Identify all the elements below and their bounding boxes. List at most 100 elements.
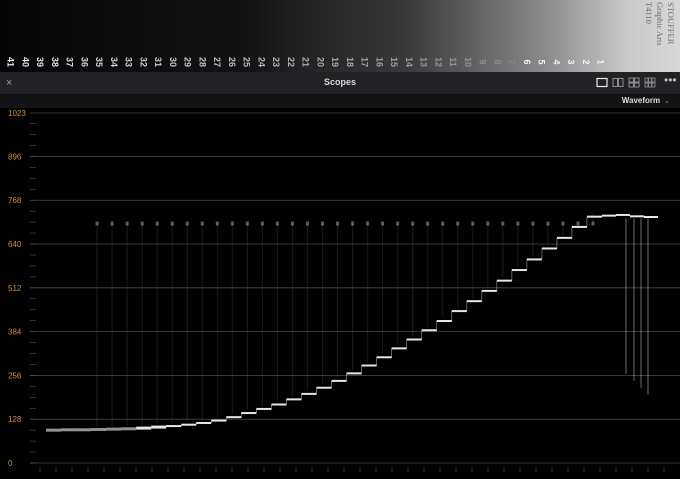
y-tick-label: 1023 [8, 109, 26, 118]
trace-streak-cap [546, 221, 550, 226]
trace-streak-cap [215, 221, 219, 226]
chevron-down-icon: ⌄ [664, 98, 670, 105]
step-number: 4 [551, 59, 561, 64]
dual-view-icon[interactable] [612, 77, 624, 88]
step-number: 3 [566, 59, 576, 64]
step-number: 7 [507, 59, 517, 64]
step-number: 35 [94, 57, 104, 67]
step-number: 6 [522, 59, 532, 64]
step-number: 12 [433, 57, 443, 67]
brand-text: T4110 [644, 2, 654, 24]
trace-streak-cap [591, 221, 595, 226]
step-number: 33 [124, 57, 134, 67]
brand-text: Graphic Arts [655, 2, 665, 46]
step-number: 24 [256, 57, 266, 67]
step-number: 1 [596, 59, 606, 64]
more-options-icon[interactable]: ••• [664, 73, 677, 87]
trace-streak-cap [110, 221, 114, 226]
waveform-plot: 0 128 256 384 512 640 768 896 1023 [0, 108, 680, 474]
scopes-title-bar: × Scopes ••• [0, 72, 680, 95]
trace-streak-cap [381, 221, 385, 226]
y-tick-label: 128 [8, 415, 22, 424]
step-number: 30 [168, 57, 178, 67]
trace-streak-cap [516, 221, 520, 226]
step-number: 11 [448, 57, 458, 67]
single-view-icon[interactable] [596, 77, 608, 88]
trace-streak-cap [351, 221, 355, 226]
y-tick-label: 640 [8, 240, 22, 249]
trace-streak-cap [576, 221, 580, 226]
trace-streak-cap [245, 221, 249, 226]
trace-streak-cap [426, 221, 430, 226]
trace-streak-cap [260, 221, 264, 226]
step-number: 15 [389, 57, 399, 67]
step-number: 31 [153, 57, 163, 67]
step-number: 8 [492, 59, 502, 64]
step-number: 5 [537, 59, 547, 64]
trace-streak-cap [441, 221, 445, 226]
trace-streak-cap [185, 221, 189, 226]
trace-streak-cap [396, 221, 400, 226]
trace-streak-cap [290, 221, 294, 226]
step-number: 10 [463, 57, 473, 67]
quad-view-icon[interactable] [628, 77, 640, 88]
step-number: 9 [478, 59, 488, 64]
trace-streak-cap [336, 221, 340, 226]
step-number: 22 [286, 57, 296, 67]
brand-text: STOUFFER [666, 2, 676, 45]
step-number: 34 [109, 57, 119, 67]
step-number: 14 [404, 57, 414, 67]
trace-streak-cap [471, 221, 475, 226]
trace-streak-cap [125, 221, 129, 226]
trace-streak-cap [501, 221, 505, 226]
trace-streak-cap [320, 221, 324, 226]
step-number: 23 [271, 57, 281, 67]
step-wedge-image: 41 40 39 38 37 36 35 34 33 32 31 30 29 28 27 26 25 24 23 22… [0, 0, 680, 72]
y-tick-label: 384 [8, 328, 22, 337]
step-number: 29 [183, 57, 193, 67]
trace-streak-cap [305, 221, 309, 226]
step-number: 38 [50, 57, 60, 67]
scope-mode-label: Waveform [621, 96, 661, 105]
trace-streak-cap [140, 221, 144, 226]
step-number: 16 [374, 57, 384, 67]
step-number: 36 [79, 57, 89, 67]
trace-streak-cap [561, 221, 565, 226]
step-number: 37 [65, 57, 75, 67]
trace-streak-cap [366, 221, 370, 226]
trace-streak-cap [170, 221, 174, 226]
trace-streak-cap [531, 221, 535, 226]
trace-streak-cap [275, 221, 279, 226]
step-number: 19 [330, 57, 340, 67]
trace-streak-cap [411, 221, 415, 226]
y-tick-label: 896 [8, 152, 22, 161]
trace-streak-cap [486, 221, 490, 226]
step-number: 28 [197, 57, 207, 67]
trace-streak-cap [95, 221, 99, 226]
y-tick-label: 256 [8, 371, 22, 380]
step-wedge-graphic: 41 40 39 38 37 36 35 34 33 32 31 30 29 28 27 26 25 24 23 22… [0, 0, 680, 72]
panel-title: Scopes [323, 77, 356, 87]
step-number: 20 [315, 57, 325, 67]
step-number: 13 [419, 57, 429, 67]
step-number: 18 [345, 57, 355, 67]
trace-streak-cap [155, 221, 159, 226]
step-number: 39 [35, 57, 45, 67]
step-number: 41 [6, 57, 16, 67]
waveform-scope: 0 128 256 384 512 640 768 896 1023 [0, 108, 680, 474]
step-number: 21 [301, 57, 311, 67]
trace-streak-cap [200, 221, 204, 226]
trace-streak-cap [230, 221, 234, 226]
step-number: 25 [242, 57, 252, 67]
step-number: 40 [20, 57, 30, 67]
grid-view-icon[interactable] [644, 77, 656, 88]
step-number: 26 [227, 57, 237, 67]
step-number: 2 [581, 59, 591, 64]
trace-streak-cap [456, 221, 460, 226]
step-number: 27 [212, 57, 222, 67]
y-tick-label: 512 [8, 284, 22, 293]
scope-toolbar: Waveform ⌄ [0, 95, 680, 108]
step-number: 32 [138, 57, 148, 67]
scope-mode-dropdown[interactable]: Waveform ⌄ [622, 96, 670, 105]
y-tick-label: 768 [8, 196, 22, 205]
